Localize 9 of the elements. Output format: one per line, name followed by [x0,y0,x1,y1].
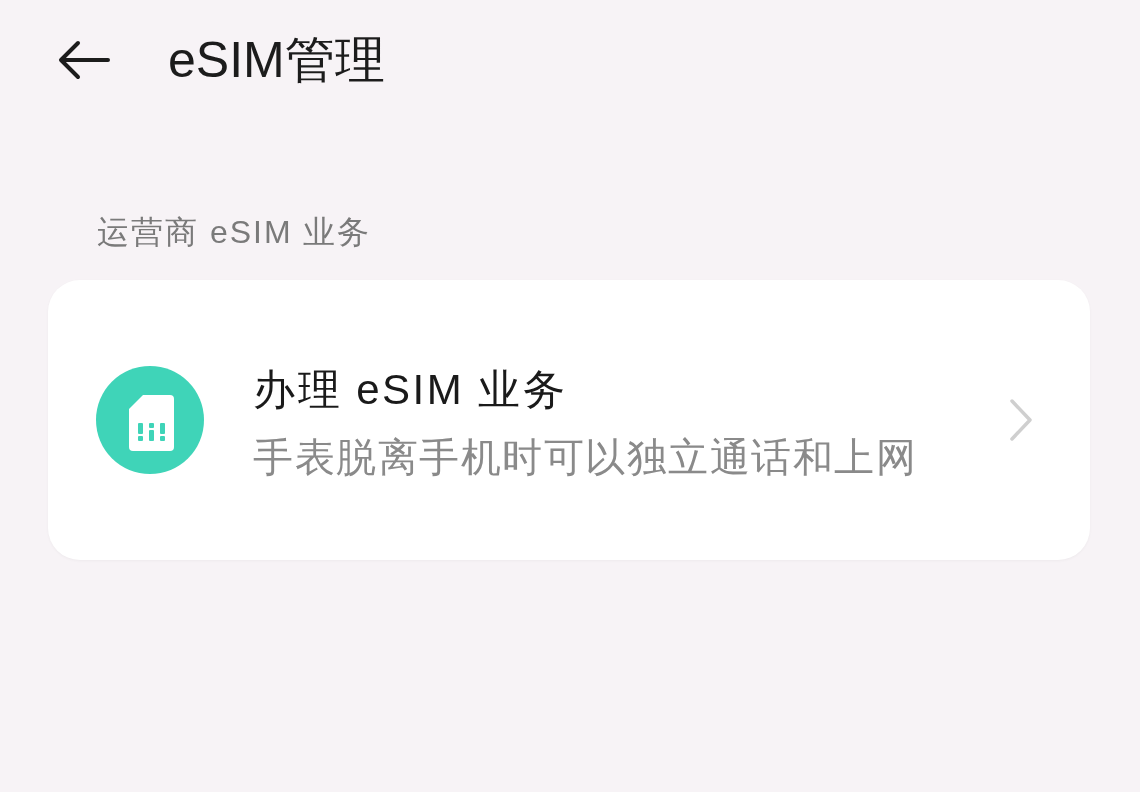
chevron-right-icon [1010,399,1032,441]
section-label: 运营商 eSIM 业务 [97,213,372,252]
item-subtitle: 手表脱离手机时可以独立通话和上网 [253,433,917,481]
sim-card-icon [96,366,204,474]
back-arrow-icon [58,40,110,80]
back-button[interactable] [58,38,110,82]
list-item[interactable]: 办理 eSIM 业务 手表脱离手机时可以独立通话和上网 [48,280,1090,560]
item-title: 办理 eSIM 业务 [253,364,568,415]
page-title: eSIM管理 [168,31,385,90]
